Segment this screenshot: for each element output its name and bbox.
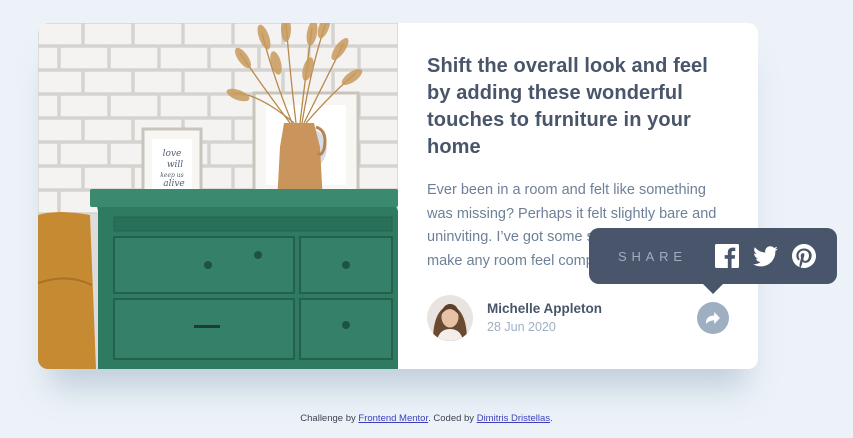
footer-suffix: . <box>550 413 553 424</box>
avatar <box>427 295 473 341</box>
author-block: Michelle Appleton 28 Jun 2020 <box>427 295 602 341</box>
share-label: SHARE <box>618 248 687 264</box>
author-link[interactable]: Dimitris Dristellas <box>477 413 550 424</box>
attribution-footer: Challenge by Frontend Mentor. Coded by D… <box>0 413 853 424</box>
twitter-icon[interactable] <box>752 245 778 267</box>
share-tooltip: SHARE <box>589 228 837 294</box>
pinterest-icon[interactable] <box>791 244 816 268</box>
share-arrow-icon <box>706 312 720 324</box>
article-title: Shift the overall look and feel by addin… <box>427 55 708 158</box>
drawers-photo: love will keep us alive <box>38 23 398 369</box>
svg-text:love: love <box>163 149 182 159</box>
author-name: Michelle Appleton <box>487 301 603 316</box>
svg-text:will: will <box>167 160 183 170</box>
article-card: love will keep us alive Shift the overal… <box>38 23 758 369</box>
facebook-icon[interactable] <box>714 244 739 268</box>
footer-prefix: Challenge by <box>300 413 359 424</box>
svg-text:alive: alive <box>163 179 185 189</box>
publish-date: 28 Jun 2020 <box>487 320 556 334</box>
footer-middle: . Coded by <box>428 413 477 424</box>
share-button[interactable] <box>697 302 729 334</box>
article-content: Shift the overall look and feel by addin… <box>398 23 758 369</box>
svg-text:keep us: keep us <box>160 172 183 179</box>
frontend-mentor-link[interactable]: Frontend Mentor <box>358 413 428 424</box>
